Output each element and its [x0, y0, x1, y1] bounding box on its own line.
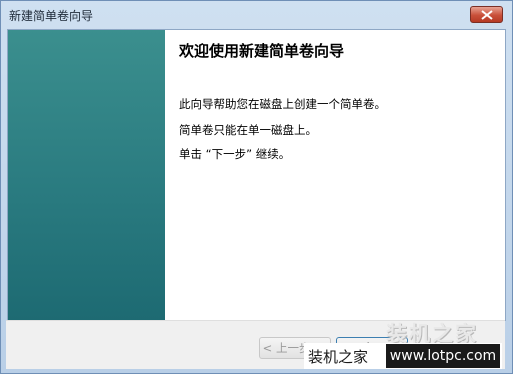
wizard-side-banner: [8, 30, 165, 320]
page-title: 欢迎使用新建简单卷向导: [179, 42, 345, 60]
close-button[interactable]: [470, 6, 503, 23]
watermark-banner: 装机之家 www.lotpc.com: [304, 343, 502, 369]
wizard-content: 欢迎使用新建简单卷向导 此向导帮助您在磁盘上创建一个简单卷。 简单卷只能在单一磁…: [179, 30, 499, 320]
description-line-2: 简单卷只能在单一磁盘上。: [179, 123, 317, 137]
watermark-url: www.lotpc.com: [386, 344, 500, 368]
wizard-body: 欢迎使用新建简单卷向导 此向导帮助您在磁盘上创建一个简单卷。 简单卷只能在单一磁…: [7, 29, 506, 321]
window-title: 新建简单卷向导: [9, 9, 94, 23]
description-line-3: 单击 “下一步” 继续。: [179, 147, 291, 161]
title-bar[interactable]: 新建简单卷向导: [1, 1, 512, 27]
watermark-site-name: 装机之家: [308, 348, 369, 366]
close-icon: [481, 10, 493, 20]
description-line-1: 此向导帮助您在磁盘上创建一个简单卷。: [179, 97, 386, 111]
